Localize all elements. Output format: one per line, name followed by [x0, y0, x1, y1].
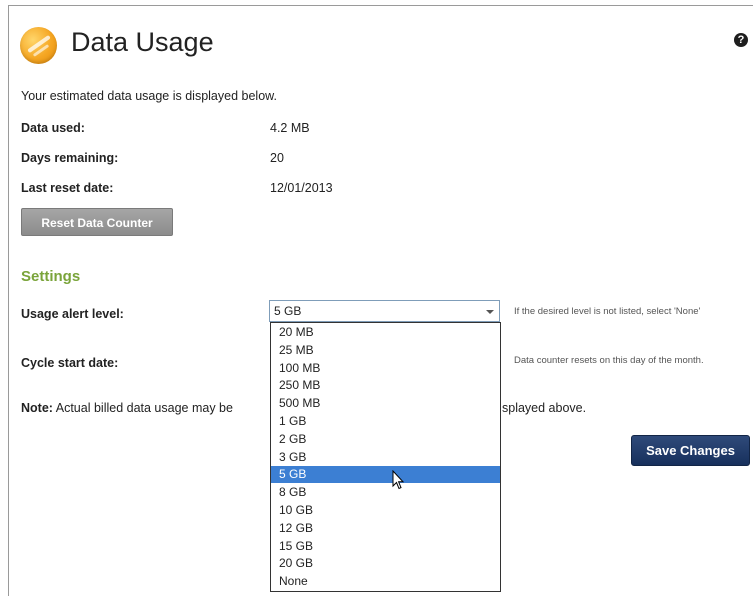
- usage-alert-hint: If the desired level is not listed, sele…: [514, 306, 701, 317]
- dropdown-option[interactable]: 1 GB: [271, 413, 500, 430]
- dropdown-option[interactable]: 15 GB: [271, 538, 500, 555]
- usage-alert-label: Usage alert level:: [21, 307, 124, 321]
- dropdown-option[interactable]: 12 GB: [271, 520, 500, 537]
- data-used-value: 4.2 MB: [270, 121, 310, 135]
- reset-data-counter-button[interactable]: Reset Data Counter: [21, 208, 173, 236]
- dropdown-option[interactable]: 8 GB: [271, 484, 500, 501]
- note-bold-label: Note:: [21, 401, 53, 415]
- dropdown-option[interactable]: 20 MB: [271, 324, 500, 341]
- data-used-label: Data used:: [21, 121, 85, 135]
- note-body: Actual billed data usage may be: [55, 401, 233, 415]
- mouse-pointer-icon: [392, 470, 404, 490]
- dropdown-option[interactable]: 500 MB: [271, 395, 500, 412]
- note-tail: splayed above.: [502, 401, 587, 415]
- usage-alert-select[interactable]: 5 GB: [269, 300, 500, 322]
- dropdown-option[interactable]: 5 GB: [271, 466, 500, 484]
- days-remaining-label: Days remaining:: [21, 151, 119, 165]
- dropdown-option[interactable]: 100 MB: [271, 360, 500, 377]
- help-icon[interactable]: ?: [734, 33, 748, 47]
- save-changes-button[interactable]: Save Changes: [631, 435, 750, 466]
- usage-alert-selected-value: 5 GB: [274, 304, 302, 318]
- dropdown-option[interactable]: None: [271, 573, 500, 590]
- dropdown-option[interactable]: 3 GB: [271, 449, 500, 466]
- app-logo-icon: [20, 27, 57, 64]
- cycle-start-label: Cycle start date:: [21, 356, 119, 370]
- intro-text: Your estimated data usage is displayed b…: [21, 89, 277, 103]
- usage-alert-dropdown-list[interactable]: 20 MB 25 MB 100 MB 250 MB 500 MB 1 GB 2 GB 3 GB…: [270, 322, 501, 592]
- dropdown-option[interactable]: 10 GB: [271, 502, 500, 519]
- last-reset-label: Last reset date:: [21, 181, 114, 195]
- note-text: Note: Actual billed data usage may be: [21, 401, 233, 415]
- dropdown-arrow-icon[interactable]: [486, 310, 494, 314]
- dropdown-option[interactable]: 25 MB: [271, 342, 500, 359]
- cycle-start-hint: Data counter resets on this day of the m…: [514, 355, 704, 366]
- dropdown-option[interactable]: 250 MB: [271, 377, 500, 394]
- settings-heading: Settings: [21, 268, 81, 285]
- dropdown-option[interactable]: 20 GB: [271, 555, 500, 572]
- page-title: Data Usage: [71, 27, 214, 57]
- dropdown-option[interactable]: 2 GB: [271, 431, 500, 448]
- days-remaining-value: 20: [270, 151, 284, 165]
- last-reset-value: 12/01/2013: [270, 181, 333, 195]
